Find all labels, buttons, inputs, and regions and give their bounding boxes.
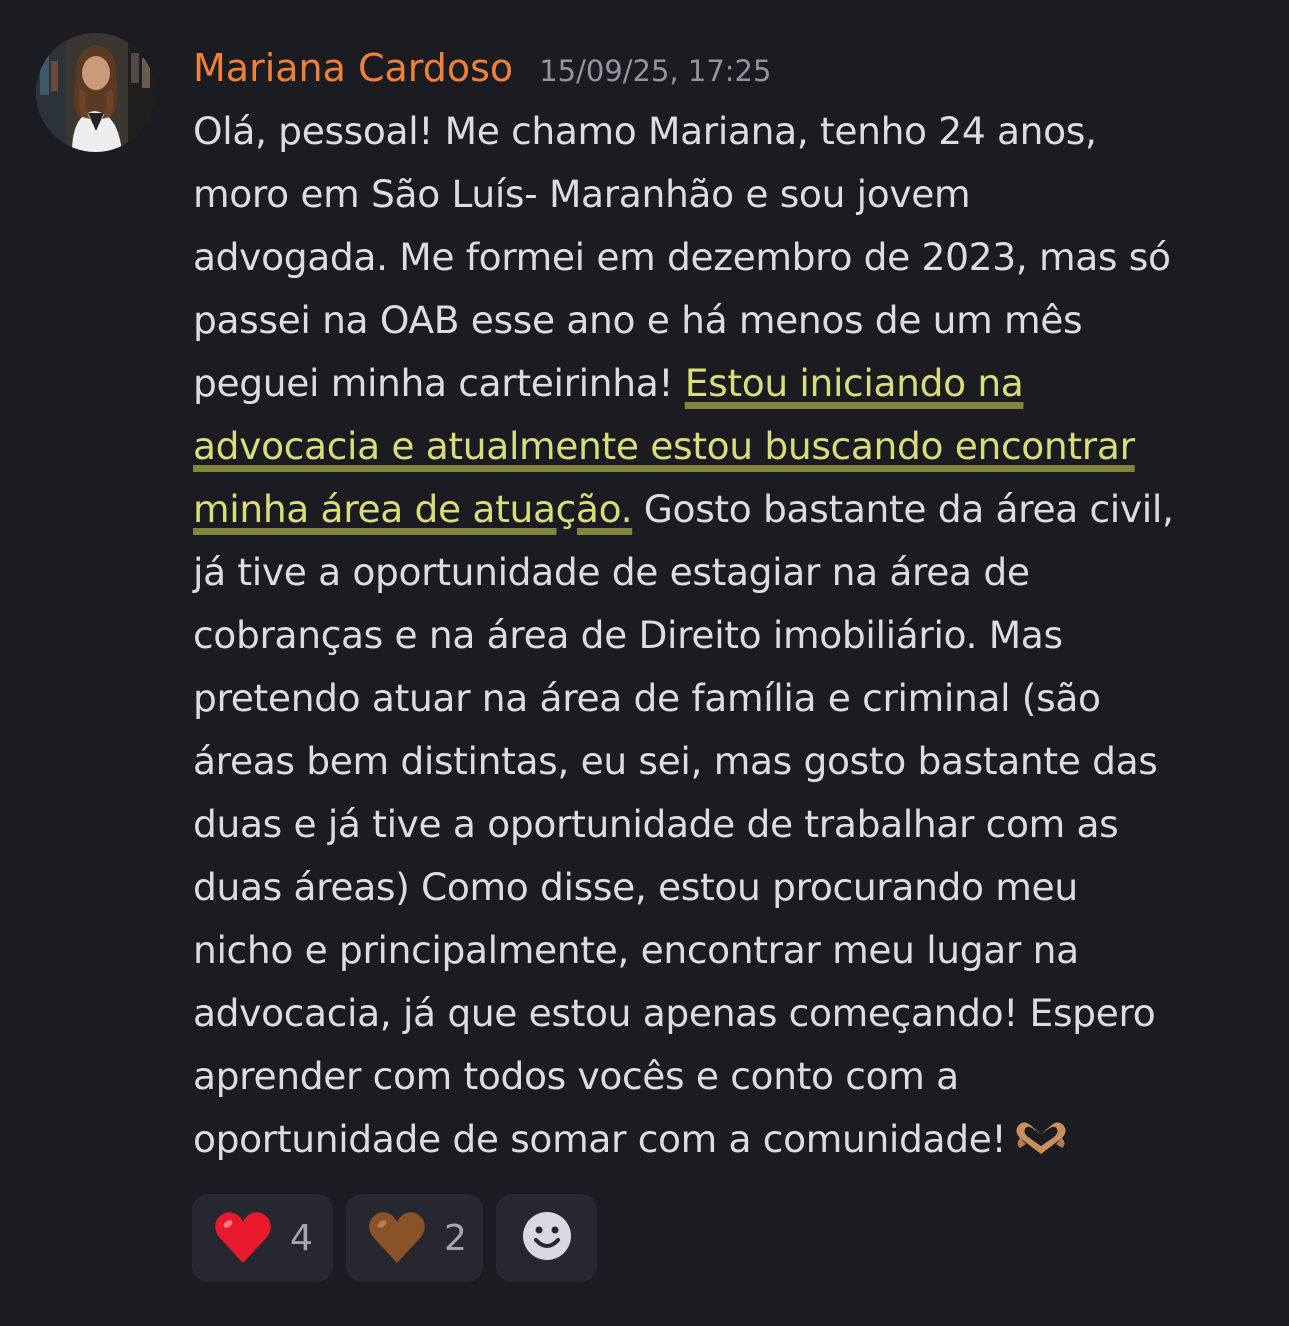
brown-heart-icon bbox=[366, 1207, 428, 1269]
message-line: áreas bem distintas, eu sei, mas gosto b… bbox=[193, 739, 1158, 783]
message-line: aprender com todos vocês e conto com a bbox=[193, 1054, 959, 1098]
message-line: já tive a oportunidade de estagiar na ár… bbox=[193, 550, 1030, 594]
reaction-count: 4 bbox=[290, 1217, 313, 1259]
red-heart-icon bbox=[212, 1207, 274, 1269]
message-line: peguei minha carteirinha! Estou iniciand… bbox=[193, 361, 1024, 405]
heart-hands-icon bbox=[1012, 1112, 1070, 1154]
highlighted-text: Estou iniciando na bbox=[684, 361, 1024, 405]
message-line: pretendo atuar na área de família e crim… bbox=[193, 676, 1101, 720]
highlighted-text: minha área de atuação. bbox=[193, 487, 633, 531]
message-line: minha área de atuação. Gosto bastante da… bbox=[193, 487, 1174, 531]
user-avatar[interactable] bbox=[36, 33, 155, 152]
add-reaction-smiley-icon bbox=[521, 1210, 573, 1266]
author-name[interactable]: Mariana Cardoso bbox=[193, 40, 513, 96]
chat-message: Mariana Cardoso 15/09/25, 17:25 Olá, pes… bbox=[0, 0, 1289, 1326]
message-line: Olá, pessoal! Me chamo Mariana, tenho 24… bbox=[193, 109, 1097, 153]
message-line: oportunidade de somar com a comunidade! bbox=[193, 1108, 1273, 1171]
message-line: advocacia, já que estou apenas começando… bbox=[193, 991, 1156, 1035]
message-line: advogada. Me formei em dezembro de 2023,… bbox=[193, 235, 1171, 279]
reaction-brown-heart[interactable]: 2 bbox=[346, 1194, 483, 1282]
message-body: Olá, pessoal! Me chamo Mariana, tenho 24… bbox=[193, 100, 1273, 1171]
message-line: duas e já tive a oportunidade de trabalh… bbox=[193, 802, 1119, 846]
message-line: advocacia e atualmente estou buscando en… bbox=[193, 415, 1273, 478]
message-line: passei na OAB esse ano e há menos de um … bbox=[193, 298, 1083, 342]
message-line: cobranças e na área de Direito imobiliár… bbox=[193, 613, 1063, 657]
message-header: Mariana Cardoso 15/09/25, 17:25 bbox=[193, 40, 771, 100]
message-timestamp: 15/09/25, 17:25 bbox=[539, 54, 772, 88]
avatar-photo bbox=[36, 33, 155, 152]
reaction-red-heart[interactable]: 4 bbox=[192, 1194, 333, 1282]
reaction-count: 2 bbox=[444, 1217, 467, 1259]
message-line: moro em São Luís- Maranhão e sou jovem bbox=[193, 172, 971, 216]
reactions-bar: 4 2 bbox=[192, 1194, 597, 1282]
add-reaction-button[interactable] bbox=[496, 1194, 597, 1282]
highlighted-text: advocacia e atualmente estou buscando en… bbox=[193, 424, 1135, 468]
message-line: nicho e principalmente, encontrar meu lu… bbox=[193, 928, 1079, 972]
message-line: duas áreas) Como disse, estou procurando… bbox=[193, 865, 1078, 909]
